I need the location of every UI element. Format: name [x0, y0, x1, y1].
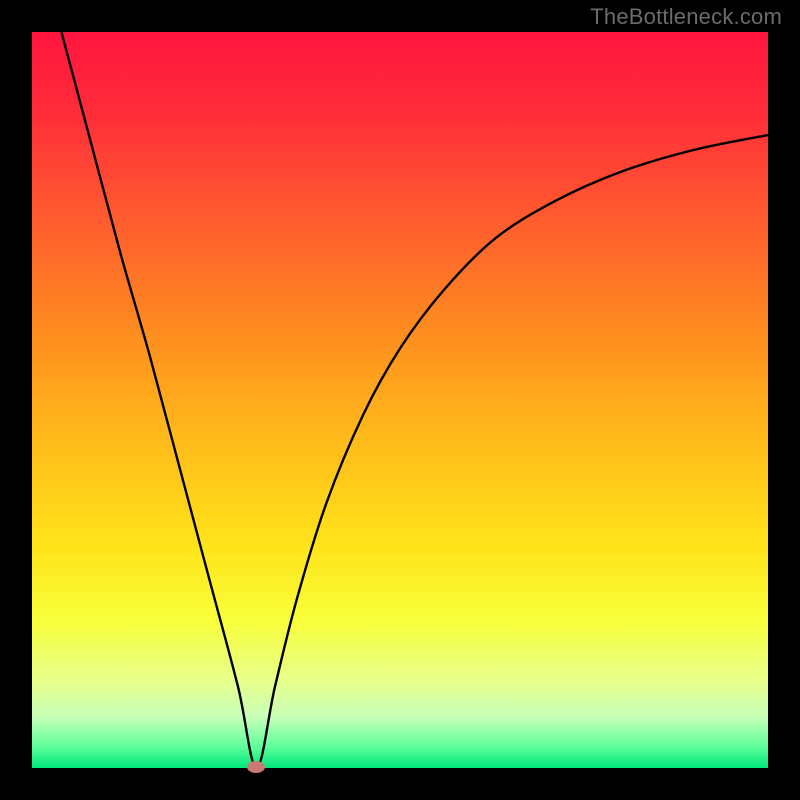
plot-area: [32, 32, 768, 768]
bottleneck-curve: [32, 32, 768, 768]
curve-path: [61, 32, 768, 768]
chart-frame: TheBottleneck.com: [0, 0, 800, 800]
watermark-text: TheBottleneck.com: [590, 4, 782, 30]
optimum-dot: [247, 761, 265, 773]
